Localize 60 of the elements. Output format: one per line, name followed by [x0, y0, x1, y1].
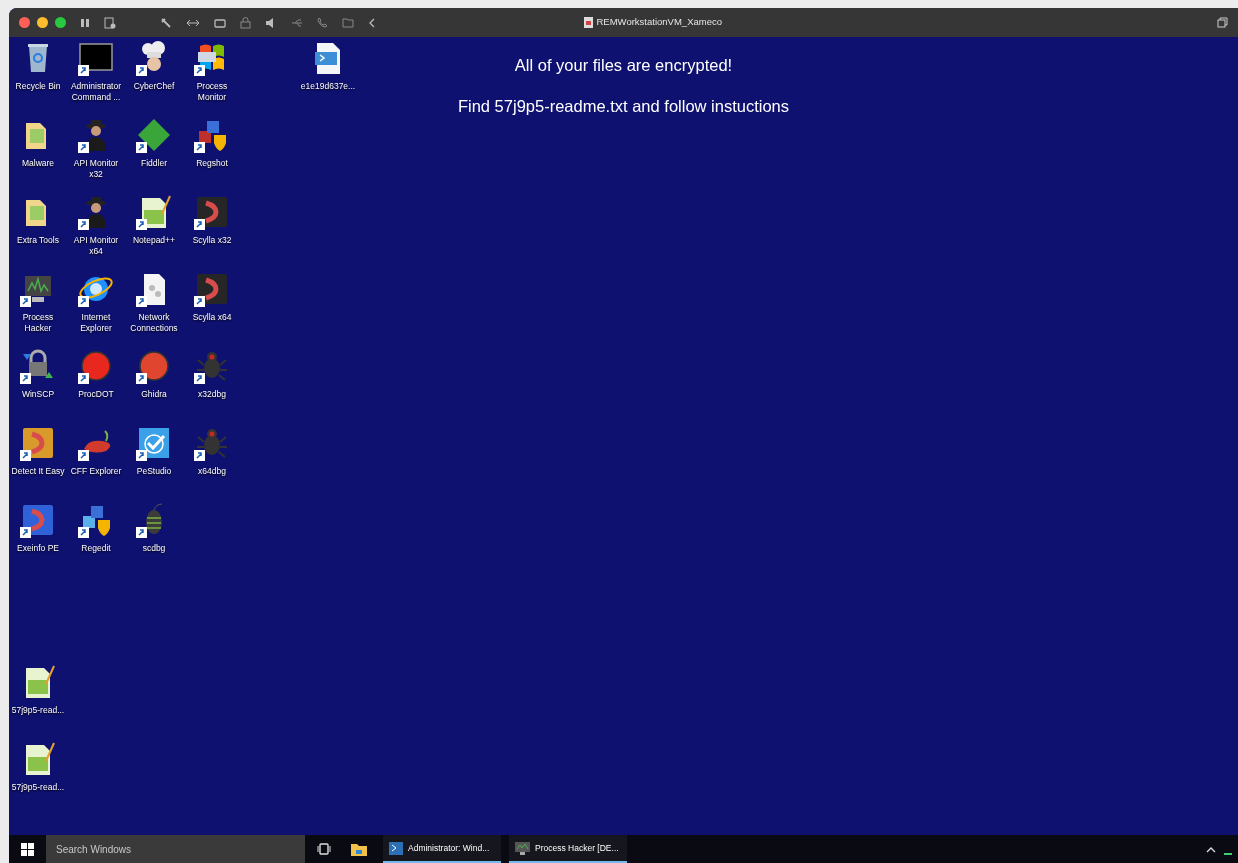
task-view-icon[interactable] — [317, 843, 331, 855]
icon-label[interactable]: Exeinfo PE — [9, 543, 67, 554]
restore-window-icon[interactable] — [1217, 17, 1228, 28]
icon-label[interactable]: e1e19d637e... — [299, 81, 357, 92]
icon-label[interactable]: Detect It Easy — [9, 466, 67, 477]
icon-label[interactable]: API Monitor x32 — [67, 158, 125, 180]
taskbar-app-button[interactable]: Administrator: Wind... — [383, 835, 501, 863]
monitor-icon — [515, 841, 530, 855]
terminal-icon — [389, 841, 403, 855]
icon-label[interactable]: Administrator Command ... — [67, 81, 125, 103]
window-title: REMWorkstationVM_Xameco — [596, 15, 722, 30]
icon-label[interactable]: Internet Explorer — [67, 312, 125, 334]
icon-label[interactable]: Malware — [9, 158, 67, 169]
checkmark-icon — [136, 425, 172, 461]
icon-label[interactable]: Network Connections — [125, 312, 183, 334]
phone-icon[interactable] — [317, 17, 328, 28]
pause-icon[interactable] — [80, 17, 90, 28]
icon-label[interactable]: Process Hacker — [9, 312, 67, 334]
icon-label[interactable]: scdbg — [125, 543, 183, 554]
taskbar-app-button[interactable]: Process Hacker [DE... — [509, 835, 627, 863]
icon-label[interactable]: Ghidra — [125, 389, 183, 400]
icon-label[interactable]: API Monitor x64 — [67, 235, 125, 257]
icon-label[interactable]: Regedit — [67, 543, 125, 554]
diamond-icon — [136, 117, 172, 153]
windows-start-icon[interactable] — [21, 842, 34, 856]
icon-label[interactable]: ProcDOT — [67, 389, 125, 400]
folder-icon[interactable] — [351, 842, 367, 856]
folder-share-icon[interactable] — [342, 17, 354, 28]
icon-label[interactable]: Scylla x32 — [183, 235, 241, 246]
icon-label[interactable]: WinSCP — [9, 389, 67, 400]
chevron-left-icon[interactable] — [368, 17, 376, 28]
icon-label[interactable]: x32dbg — [183, 389, 241, 400]
drive-icon[interactable] — [214, 17, 226, 28]
wrench-icon[interactable] — [160, 16, 172, 29]
icon-label[interactable]: CFF Explorer — [67, 466, 125, 477]
icon-label[interactable]: x64dbg — [183, 466, 241, 477]
icon-label[interactable]: 57j9p5-read... — [9, 782, 67, 793]
resize-arrows-icon[interactable] — [186, 17, 200, 28]
icon-label[interactable]: Process Monitor — [183, 81, 241, 103]
lock-icon[interactable] — [240, 16, 251, 29]
icon-label[interactable]: CyberChef — [125, 81, 183, 92]
ransom-message: Find 57j9p5-readme.txt and follow instuctions — [457, 96, 790, 117]
icon-label[interactable]: Recycle Bin — [9, 81, 67, 92]
icon-label[interactable]: Extra Tools — [9, 235, 67, 246]
zoom-button[interactable] — [55, 17, 66, 28]
chevron-up-icon[interactable] — [1206, 845, 1216, 853]
ransom-message: All of your files are encrypted! — [514, 55, 733, 76]
status-indicator — [1224, 853, 1232, 855]
close-button[interactable] — [19, 17, 30, 28]
icon-label[interactable]: Fiddler — [125, 158, 183, 169]
icon-label[interactable]: 57j9p5-read... — [9, 705, 67, 716]
usb-icon[interactable] — [291, 17, 303, 28]
icon-label[interactable]: Scylla x64 — [183, 312, 241, 323]
icon-label[interactable]: Regshot — [183, 158, 241, 169]
icon-label[interactable]: Notepad++ — [125, 235, 183, 246]
document-icon — [583, 17, 593, 28]
snapshot-icon[interactable] — [104, 16, 116, 29]
minimize-button[interactable] — [37, 17, 48, 28]
search-field[interactable]: Search Windows — [46, 835, 305, 863]
icon-label[interactable]: PeStudio — [125, 466, 183, 477]
